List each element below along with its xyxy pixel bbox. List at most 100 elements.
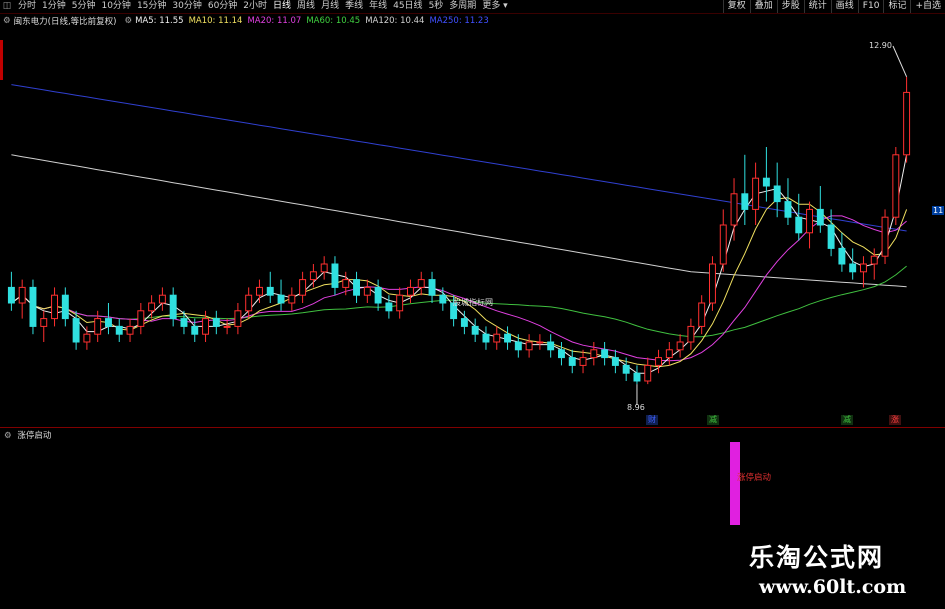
candle[interactable] bbox=[568, 349, 576, 374]
candle[interactable] bbox=[504, 326, 512, 350]
candle[interactable] bbox=[806, 201, 814, 249]
candle[interactable] bbox=[428, 271, 436, 303]
candle[interactable] bbox=[353, 271, 361, 303]
candle[interactable] bbox=[816, 186, 824, 233]
candle[interactable] bbox=[579, 349, 587, 374]
candle[interactable] bbox=[514, 334, 522, 358]
candle[interactable] bbox=[212, 310, 220, 335]
candle[interactable] bbox=[547, 334, 555, 358]
candle[interactable] bbox=[784, 178, 792, 225]
candle-body bbox=[806, 208, 814, 234]
candle[interactable] bbox=[51, 287, 59, 327]
candle[interactable] bbox=[903, 76, 911, 163]
candle-body bbox=[29, 286, 37, 327]
candle-body bbox=[342, 279, 350, 288]
candle[interactable] bbox=[83, 326, 91, 350]
candle-body bbox=[708, 263, 716, 304]
candle-body bbox=[202, 318, 210, 335]
candle[interactable] bbox=[255, 279, 263, 303]
candle[interactable] bbox=[439, 287, 447, 311]
candle-body bbox=[61, 294, 69, 320]
candle[interactable] bbox=[374, 279, 382, 311]
candle[interactable] bbox=[126, 318, 134, 342]
candle-body bbox=[180, 318, 188, 327]
candle[interactable] bbox=[320, 256, 328, 280]
candle[interactable] bbox=[838, 232, 846, 272]
candle[interactable] bbox=[471, 318, 479, 342]
candle[interactable] bbox=[708, 256, 716, 311]
candle[interactable] bbox=[892, 147, 900, 225]
candle[interactable] bbox=[18, 279, 26, 319]
event-marker[interactable]: 涨 bbox=[889, 415, 901, 425]
candle[interactable] bbox=[363, 279, 371, 303]
candle-body bbox=[72, 318, 80, 343]
candle[interactable] bbox=[266, 271, 274, 303]
candle[interactable] bbox=[417, 271, 425, 296]
candle[interactable] bbox=[29, 279, 37, 335]
candle[interactable] bbox=[762, 147, 770, 202]
candle[interactable] bbox=[396, 287, 404, 319]
candle[interactable] bbox=[137, 303, 145, 335]
candle-body bbox=[557, 349, 565, 359]
candle[interactable] bbox=[169, 287, 177, 327]
candle-body bbox=[126, 325, 134, 335]
candle[interactable] bbox=[665, 342, 673, 366]
candle[interactable] bbox=[158, 287, 166, 311]
candle[interactable] bbox=[773, 162, 781, 218]
candle[interactable] bbox=[115, 318, 123, 342]
candle[interactable] bbox=[741, 154, 749, 225]
candle-body bbox=[385, 302, 393, 312]
candle[interactable] bbox=[698, 295, 706, 335]
candle[interactable] bbox=[180, 310, 188, 335]
candle[interactable] bbox=[601, 342, 609, 366]
candle[interactable] bbox=[557, 342, 565, 366]
candle[interactable] bbox=[406, 279, 414, 303]
candle[interactable] bbox=[536, 334, 544, 350]
candle[interactable] bbox=[590, 342, 598, 366]
candle[interactable] bbox=[385, 295, 393, 319]
candle[interactable] bbox=[331, 256, 339, 296]
candle[interactable] bbox=[299, 271, 307, 303]
candle-body bbox=[353, 279, 361, 296]
candle[interactable] bbox=[859, 256, 867, 288]
candle[interactable] bbox=[525, 334, 533, 358]
event-marker[interactable]: 减 bbox=[841, 415, 853, 425]
candle[interactable] bbox=[234, 303, 242, 335]
candle[interactable] bbox=[687, 318, 695, 350]
candle[interactable] bbox=[676, 334, 684, 358]
candle[interactable] bbox=[633, 365, 641, 385]
pane-divider[interactable] bbox=[0, 427, 945, 428]
candle[interactable] bbox=[849, 248, 857, 280]
candle[interactable] bbox=[730, 178, 738, 241]
candle[interactable] bbox=[655, 349, 663, 374]
candle[interactable] bbox=[493, 326, 501, 350]
event-marker[interactable]: 财 bbox=[646, 415, 658, 425]
candle-body bbox=[83, 333, 91, 343]
candle-body bbox=[687, 325, 695, 343]
candle[interactable] bbox=[482, 326, 490, 350]
candle-body bbox=[719, 224, 727, 265]
candle[interactable] bbox=[795, 193, 803, 241]
candle[interactable] bbox=[881, 209, 889, 264]
candle[interactable] bbox=[752, 162, 760, 225]
candle-body bbox=[482, 333, 490, 343]
candle-body bbox=[7, 286, 15, 304]
candle[interactable] bbox=[245, 287, 253, 319]
mid-watermark: 股城指标网 bbox=[453, 298, 493, 307]
candle[interactable] bbox=[611, 349, 619, 374]
candle[interactable] bbox=[719, 209, 727, 272]
gear-icon[interactable]: ⚙ bbox=[4, 431, 12, 441]
candle[interactable] bbox=[223, 318, 231, 335]
candle[interactable] bbox=[61, 287, 69, 327]
event-marker[interactable]: 减 bbox=[707, 415, 719, 425]
candle-body bbox=[255, 286, 263, 296]
candle[interactable] bbox=[40, 310, 48, 342]
candle[interactable] bbox=[7, 271, 15, 311]
candle[interactable] bbox=[277, 279, 285, 311]
candle-body bbox=[601, 349, 609, 359]
candle-body bbox=[892, 154, 900, 218]
candle[interactable] bbox=[288, 287, 296, 311]
candle-body bbox=[212, 318, 220, 327]
candle[interactable] bbox=[644, 357, 652, 385]
candle[interactable] bbox=[104, 303, 112, 335]
